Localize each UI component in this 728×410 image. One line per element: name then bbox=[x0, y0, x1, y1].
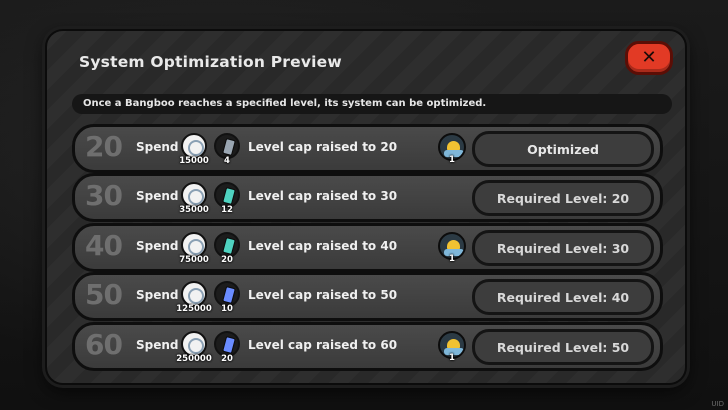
spend-label: Spend bbox=[136, 189, 179, 203]
material-cost: 10 bbox=[212, 279, 242, 314]
material-quantity: 20 bbox=[221, 255, 233, 265]
chip-gem-icon bbox=[222, 285, 236, 305]
level-cap-text: Level cap raised to 40 bbox=[248, 239, 398, 253]
material-cost: 12 bbox=[212, 180, 242, 215]
close-button[interactable]: ✕ bbox=[625, 41, 673, 75]
level-row: 20 Spend 15000 4 Level cap raised to 20 … bbox=[72, 124, 663, 173]
level-row: 60 Spend 250000 20 Level cap raised to 6… bbox=[72, 322, 663, 371]
chip-gem-icon bbox=[222, 186, 236, 206]
material-quantity: 10 bbox=[221, 304, 233, 314]
material-cost: 4 bbox=[212, 131, 242, 166]
material-cost: 20 bbox=[212, 230, 242, 265]
material-quantity: 12 bbox=[221, 205, 233, 215]
required-level-status: Required Level: 20 bbox=[472, 180, 654, 216]
notice-banner: Once a Bangboo reaches a specified level… bbox=[72, 94, 672, 114]
material-quantity: 20 bbox=[221, 354, 233, 364]
level-number: 40 bbox=[85, 229, 123, 262]
reward-item[interactable]: 1 bbox=[437, 330, 467, 363]
reward-item[interactable]: 1 bbox=[437, 132, 467, 165]
required-level-status: Required Level: 50 bbox=[472, 329, 654, 365]
level-cap-text: Level cap raised to 20 bbox=[248, 140, 398, 154]
reward-item[interactable]: 1 bbox=[437, 231, 467, 264]
level-row: 50 Spend 125000 10 Level cap raised to 5… bbox=[72, 272, 663, 321]
chip-gem-icon bbox=[222, 137, 236, 157]
spend-label: Spend bbox=[136, 239, 179, 253]
spend-label: Spend bbox=[136, 338, 179, 352]
optimization-preview-dialog: System Optimization Preview ✕ Once a Ban… bbox=[45, 29, 687, 385]
level-row: 40 Spend 75000 20 Level cap raised to 40… bbox=[72, 223, 663, 272]
reward-quantity: 1 bbox=[449, 155, 455, 165]
dennies-cost: 75000 bbox=[179, 230, 209, 265]
required-level-status: Required Level: 40 bbox=[472, 279, 654, 315]
spend-label: Spend bbox=[136, 288, 179, 302]
level-row: 30 Spend 35000 12 Level cap raised to 30… bbox=[72, 173, 663, 222]
reward-quantity: 1 bbox=[449, 254, 455, 264]
material-cost: 20 bbox=[212, 329, 242, 364]
reward-quantity: 1 bbox=[449, 353, 455, 363]
required-level-status: Required Level: 30 bbox=[472, 230, 654, 266]
level-number: 20 bbox=[85, 130, 123, 163]
chip-gem-icon bbox=[222, 236, 236, 256]
uid-label: UID bbox=[711, 400, 724, 408]
optimized-status: Optimized bbox=[472, 131, 654, 167]
level-cap-text: Level cap raised to 50 bbox=[248, 288, 398, 302]
level-cap-text: Level cap raised to 30 bbox=[248, 189, 398, 203]
level-cap-text: Level cap raised to 60 bbox=[248, 338, 398, 352]
dennies-cost: 250000 bbox=[176, 329, 212, 364]
level-number: 60 bbox=[85, 328, 123, 361]
dennies-cost: 35000 bbox=[179, 180, 209, 215]
close-icon: ✕ bbox=[641, 47, 657, 68]
chip-gem-icon bbox=[222, 335, 236, 355]
dennies-cost: 15000 bbox=[179, 131, 209, 166]
spend-label: Spend bbox=[136, 140, 179, 154]
level-number: 50 bbox=[85, 278, 123, 311]
dialog-title: System Optimization Preview bbox=[79, 53, 342, 71]
level-number: 30 bbox=[85, 179, 123, 212]
material-quantity: 4 bbox=[224, 156, 230, 166]
dennies-cost: 125000 bbox=[176, 279, 212, 314]
